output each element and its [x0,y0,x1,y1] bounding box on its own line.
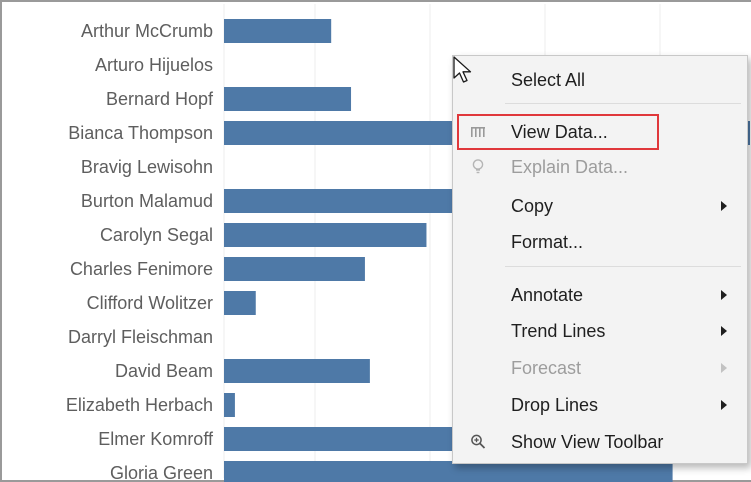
category-label: Arthur McCrumb [81,21,213,41]
menu-item-copy[interactable]: Copy [453,189,747,223]
category-label: Carolyn Segal [100,225,213,245]
menu-item-trend-lines[interactable]: Trend Lines [453,314,747,348]
menu-item-label: Copy [511,196,554,216]
submenu-arrow-icon [721,363,727,373]
category-label: Burton Malamud [81,191,213,211]
category-label: Bernard Hopf [106,89,214,109]
bar[interactable] [224,87,352,111]
category-labels: Arthur McCrumb Arturo Hijuelos Bernard Hop… [66,21,214,482]
submenu-arrow-icon [721,290,727,300]
menu-item-label: Format... [511,232,584,252]
category-label: Darryl Fleischman [68,327,213,347]
category-label: Charles Fenimore [70,259,213,279]
bar[interactable] [224,461,673,482]
category-label: David Beam [115,361,213,381]
category-label: Clifford Wolitzer [87,293,213,313]
mouse-cursor-icon [453,56,472,83]
submenu-arrow-icon [721,326,727,336]
bar[interactable] [224,257,365,281]
menu-item-format[interactable]: Format... [453,225,747,259]
menu-item-label: Show View Toolbar [511,432,664,452]
menu-item-drop-lines[interactable]: Drop Lines [453,388,747,422]
category-label: Bravig Lewisohn [81,157,213,177]
menu-item-label: Explain Data... [511,157,629,177]
menu-item-annotate[interactable]: Annotate [453,278,747,312]
menu-item-forecast[interactable]: Forecast [453,351,747,385]
submenu-arrow-icon [721,400,727,410]
lightbulb-icon [470,158,486,176]
menu-item-label: Select All [511,70,586,90]
menu-item-label: Annotate [511,285,584,305]
menu-separator [505,266,741,267]
menu-item-label: Trend Lines [511,321,606,341]
menu-item-label: Drop Lines [511,395,599,415]
bar[interactable] [224,393,235,417]
bar[interactable] [224,223,427,247]
category-label: Arturo Hijuelos [95,55,213,75]
menu-item-explain-data[interactable]: Explain Data... [453,150,747,184]
menu-item-label: Forecast [511,358,582,378]
menu-item-show-view-toolbar[interactable]: Show View Toolbar [453,425,747,459]
zoom-icon [470,433,486,451]
bar[interactable] [224,19,332,43]
category-label: Elizabeth Herbach [66,395,213,415]
category-label: Elmer Komroff [98,429,214,449]
bar[interactable] [224,291,256,315]
view-data-highlight-box [457,114,659,150]
menu-item-select-all[interactable]: Select All [453,63,747,97]
category-label: Bianca Thompson [68,123,213,143]
category-label: Gloria Green [110,463,213,482]
menu-separator [505,103,741,104]
submenu-arrow-icon [721,201,727,211]
bar[interactable] [224,359,370,383]
